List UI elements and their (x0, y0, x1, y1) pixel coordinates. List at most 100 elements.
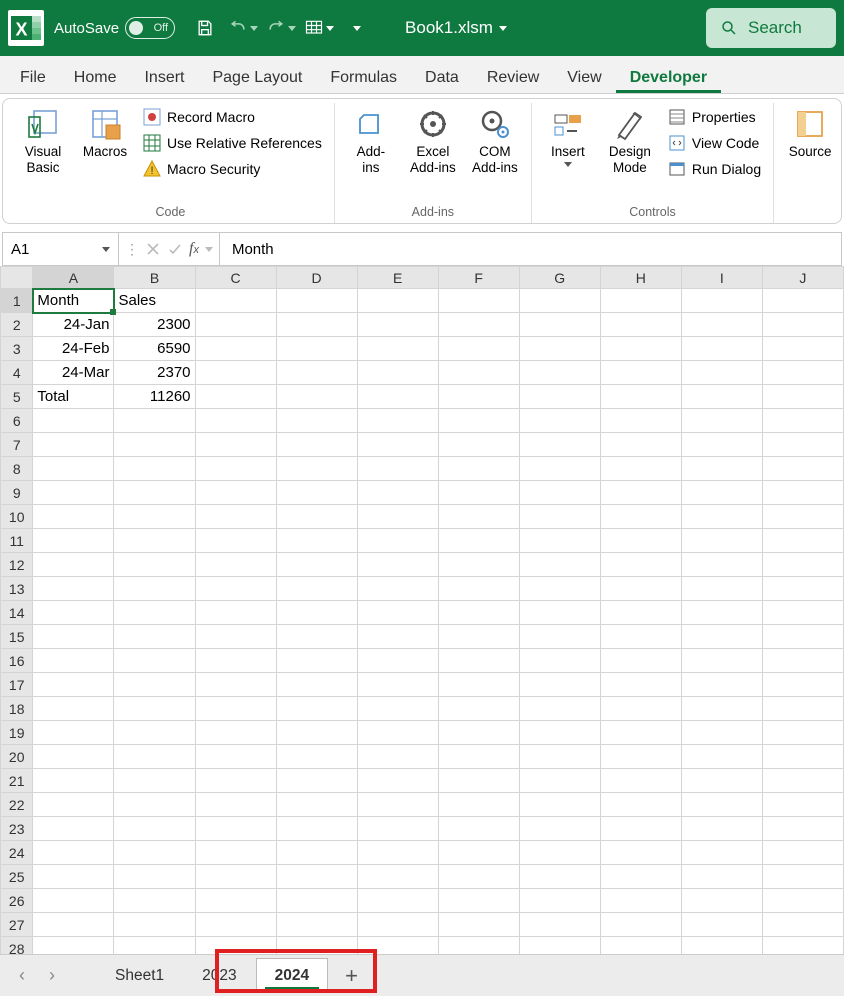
cell-H17[interactable] (600, 673, 681, 697)
cell-J9[interactable] (762, 481, 843, 505)
cell-H20[interactable] (600, 745, 681, 769)
macro-security-button[interactable]: !Macro Security (137, 157, 328, 181)
cell-J27[interactable] (762, 913, 843, 937)
fx-icon[interactable]: fx (189, 240, 199, 258)
row-header-16[interactable]: 16 (1, 649, 33, 673)
cell-E14[interactable] (357, 601, 438, 625)
cell-A26[interactable] (33, 889, 114, 913)
cell-B27[interactable] (114, 913, 195, 937)
cell-H2[interactable] (600, 313, 681, 337)
row-header-2[interactable]: 2 (1, 313, 33, 337)
cell-A28[interactable] (33, 937, 114, 955)
cell-J8[interactable] (762, 457, 843, 481)
cell-D2[interactable] (276, 313, 357, 337)
cell-D3[interactable] (276, 337, 357, 361)
cell-D19[interactable] (276, 721, 357, 745)
cell-J11[interactable] (762, 529, 843, 553)
cell-G9[interactable] (519, 481, 600, 505)
cell-C6[interactable] (195, 409, 276, 433)
cell-G27[interactable] (519, 913, 600, 937)
cell-B25[interactable] (114, 865, 195, 889)
cell-H13[interactable] (600, 577, 681, 601)
row-header-23[interactable]: 23 (1, 817, 33, 841)
row-header-14[interactable]: 14 (1, 601, 33, 625)
cell-G4[interactable] (519, 361, 600, 385)
cell-A25[interactable] (33, 865, 114, 889)
cell-C22[interactable] (195, 793, 276, 817)
cell-F13[interactable] (438, 577, 519, 601)
cell-A1[interactable]: Month (33, 289, 114, 313)
cell-B17[interactable] (114, 673, 195, 697)
cell-F14[interactable] (438, 601, 519, 625)
cell-G15[interactable] (519, 625, 600, 649)
cell-J7[interactable] (762, 433, 843, 457)
cell-A19[interactable] (33, 721, 114, 745)
row-header-5[interactable]: 5 (1, 385, 33, 409)
cell-G18[interactable] (519, 697, 600, 721)
cell-E3[interactable] (357, 337, 438, 361)
row-header-10[interactable]: 10 (1, 505, 33, 529)
cell-H10[interactable] (600, 505, 681, 529)
cell-D26[interactable] (276, 889, 357, 913)
cell-B21[interactable] (114, 769, 195, 793)
file-name[interactable]: Book1.xlsm (405, 18, 507, 38)
cell-J14[interactable] (762, 601, 843, 625)
cell-E16[interactable] (357, 649, 438, 673)
cell-D1[interactable] (276, 289, 357, 313)
cell-F19[interactable] (438, 721, 519, 745)
cell-I3[interactable] (681, 337, 762, 361)
cell-H28[interactable] (600, 937, 681, 955)
cell-C8[interactable] (195, 457, 276, 481)
cell-D13[interactable] (276, 577, 357, 601)
cell-E15[interactable] (357, 625, 438, 649)
cell-H21[interactable] (600, 769, 681, 793)
cell-C23[interactable] (195, 817, 276, 841)
sheet-tab-sheet1[interactable]: Sheet1 (96, 958, 183, 993)
row-header-25[interactable]: 25 (1, 865, 33, 889)
cell-B16[interactable] (114, 649, 195, 673)
redo-button[interactable] (265, 12, 297, 44)
cell-J24[interactable] (762, 841, 843, 865)
cell-C11[interactable] (195, 529, 276, 553)
cell-I11[interactable] (681, 529, 762, 553)
col-header-C[interactable]: C (195, 267, 276, 289)
row-header-22[interactable]: 22 (1, 793, 33, 817)
cell-F22[interactable] (438, 793, 519, 817)
cell-E20[interactable] (357, 745, 438, 769)
cell-A10[interactable] (33, 505, 114, 529)
tab-page-layout[interactable]: Page Layout (198, 63, 316, 93)
cell-D17[interactable] (276, 673, 357, 697)
cell-B22[interactable] (114, 793, 195, 817)
cell-B13[interactable] (114, 577, 195, 601)
cell-D14[interactable] (276, 601, 357, 625)
cell-C5[interactable] (195, 385, 276, 409)
cell-C13[interactable] (195, 577, 276, 601)
cell-C10[interactable] (195, 505, 276, 529)
row-header-1[interactable]: 1 (1, 289, 33, 313)
cell-D9[interactable] (276, 481, 357, 505)
cell-B4[interactable]: 2370 (114, 361, 195, 385)
cell-G12[interactable] (519, 553, 600, 577)
cell-F1[interactable] (438, 289, 519, 313)
row-header-4[interactable]: 4 (1, 361, 33, 385)
cell-H1[interactable] (600, 289, 681, 313)
run-dialog-button[interactable]: Run Dialog (662, 157, 767, 181)
cell-A20[interactable] (33, 745, 114, 769)
cell-D21[interactable] (276, 769, 357, 793)
cell-I2[interactable] (681, 313, 762, 337)
cell-B15[interactable] (114, 625, 195, 649)
cell-H6[interactable] (600, 409, 681, 433)
cell-A21[interactable] (33, 769, 114, 793)
cell-J25[interactable] (762, 865, 843, 889)
confirm-icon[interactable] (167, 241, 183, 257)
cell-I14[interactable] (681, 601, 762, 625)
cell-D12[interactable] (276, 553, 357, 577)
cell-H26[interactable] (600, 889, 681, 913)
cell-F3[interactable] (438, 337, 519, 361)
cell-I25[interactable] (681, 865, 762, 889)
cell-C27[interactable] (195, 913, 276, 937)
addins-button[interactable]: Add- ins (341, 103, 401, 179)
cell-C26[interactable] (195, 889, 276, 913)
cell-A17[interactable] (33, 673, 114, 697)
cell-D16[interactable] (276, 649, 357, 673)
